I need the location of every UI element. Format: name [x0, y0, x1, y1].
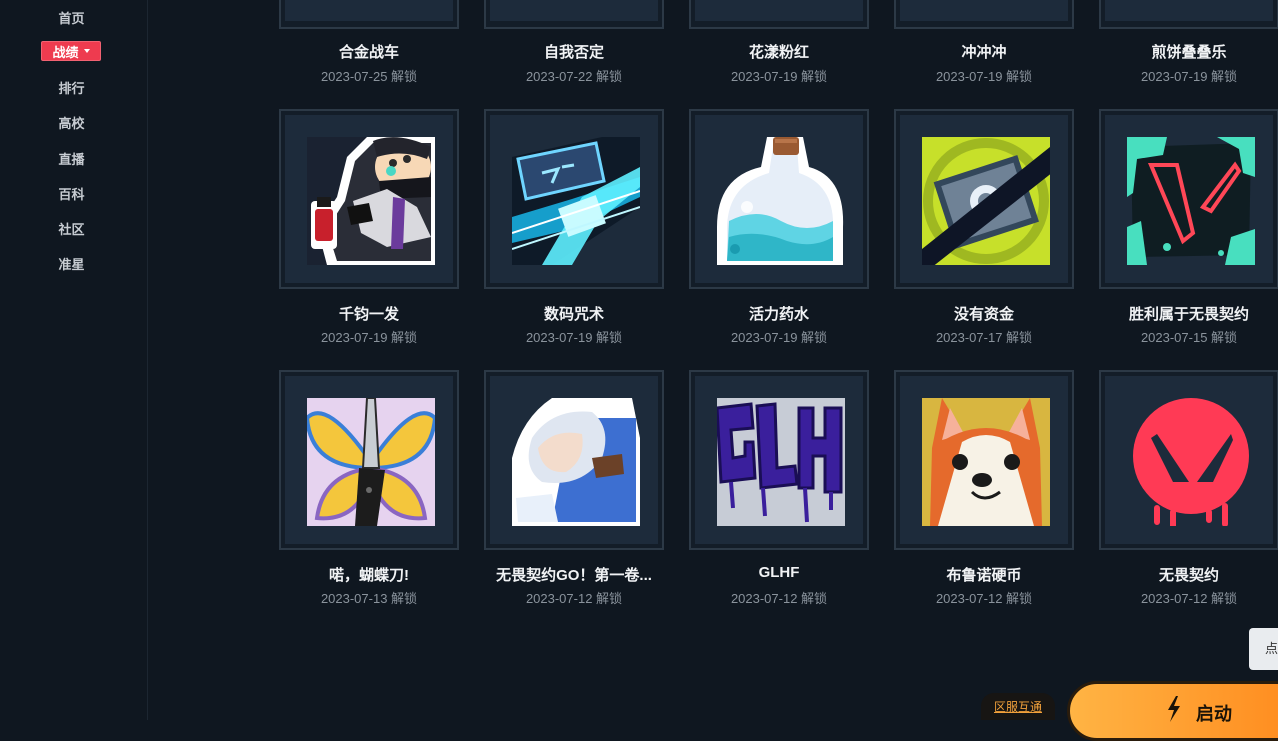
spray-unlock-date: 2023-07-19 解锁 — [525, 330, 623, 345]
nav-wiki[interactable]: 百科 — [0, 184, 143, 203]
spray-unlock-date: 2023-07-19 解锁 — [1140, 69, 1238, 84]
spray-unlock-date: 2023-07-13 解锁 — [320, 591, 418, 606]
corgi-coin-spray-icon — [922, 398, 1050, 526]
spray-name: 没有资金 — [953, 306, 1014, 323]
spray-unlock-date: 2023-07-19 解锁 — [730, 69, 828, 84]
nav-crosshair[interactable]: 准星 — [0, 254, 143, 273]
sidebar: 首页 战绩 排行 高校 直播 百科 社区 准星 — [0, 0, 148, 720]
spray-name: 喏，蝴蝶刀! — [329, 567, 409, 584]
region-interop-link[interactable]: 区服互通 — [981, 693, 1055, 720]
spray-unlock-date: 2023-07-12 解锁 — [1140, 591, 1238, 606]
spray-unlock-date: 2023-07-19 解锁 — [935, 69, 1033, 84]
nav-live[interactable]: 直播 — [0, 149, 143, 168]
circuit-chip-spray-icon — [512, 137, 640, 265]
launch-label: 启动 — [1196, 704, 1232, 724]
spray-unlock-date: 2023-07-25 解锁 — [320, 69, 418, 84]
nav-colleges[interactable]: 高校 — [0, 113, 143, 132]
spray-name: 无畏契约GO！第一卷... — [496, 567, 652, 584]
spray-name: 合金战车 — [338, 44, 399, 61]
valorant-splatter-spray-icon — [1127, 137, 1255, 265]
spray-name: 自我否定 — [543, 44, 604, 61]
spray-unlock-date: 2023-07-19 解锁 — [730, 330, 828, 345]
butterfly-knife-spray-icon — [307, 398, 435, 526]
glhf-graffiti-spray-icon — [717, 398, 845, 526]
nav-community[interactable]: 社区 — [0, 219, 143, 238]
spray-name: GLHF — [758, 564, 800, 581]
nav-record-label: 战绩 — [52, 44, 79, 60]
potion-bottle-spray-icon — [717, 137, 845, 265]
spray-name: 花漾粉红 — [748, 44, 809, 61]
side-tab[interactable]: 点 — [1249, 628, 1278, 670]
spray-unlock-date: 2023-07-12 解锁 — [730, 591, 828, 606]
spray-name: 千钧一发 — [338, 306, 399, 323]
spray-unlock-date: 2023-07-17 解锁 — [935, 330, 1033, 345]
spray-name: 冲冲冲 — [961, 44, 1007, 61]
spray-name: 无畏契约 — [1158, 567, 1219, 584]
anime-agent-spray-icon — [512, 398, 640, 526]
spray-unlock-date: 2023-07-12 解锁 — [935, 591, 1033, 606]
no-credits-spray-icon — [922, 137, 1050, 265]
nav-record[interactable]: 战绩 — [41, 41, 101, 61]
nav-ranking[interactable]: 排行 — [0, 78, 143, 97]
valorant-logo-spray-icon — [1127, 398, 1255, 526]
spray-name: 活力药水 — [748, 306, 809, 323]
spray-name: 煎饼叠叠乐 — [1151, 44, 1227, 61]
chevron-down-icon — [83, 49, 90, 53]
launch-button[interactable]: 启动 — [1067, 681, 1278, 741]
spray-unlock-date: 2023-07-15 解锁 — [1140, 330, 1238, 345]
ninja-spray-icon — [307, 137, 435, 265]
nav-home[interactable]: 首页 — [0, 8, 143, 27]
spray-name: 数码咒术 — [543, 306, 604, 323]
spray-unlock-date: 2023-07-19 解锁 — [320, 330, 418, 345]
spray-name: 胜利属于无畏契约 — [1128, 306, 1249, 323]
lightning-icon — [1168, 696, 1180, 722]
spray-unlock-date: 2023-07-22 解锁 — [525, 69, 623, 84]
spray-unlock-date: 2023-07-12 解锁 — [525, 591, 623, 606]
spray-name: 布鲁诺硬币 — [946, 567, 1022, 584]
